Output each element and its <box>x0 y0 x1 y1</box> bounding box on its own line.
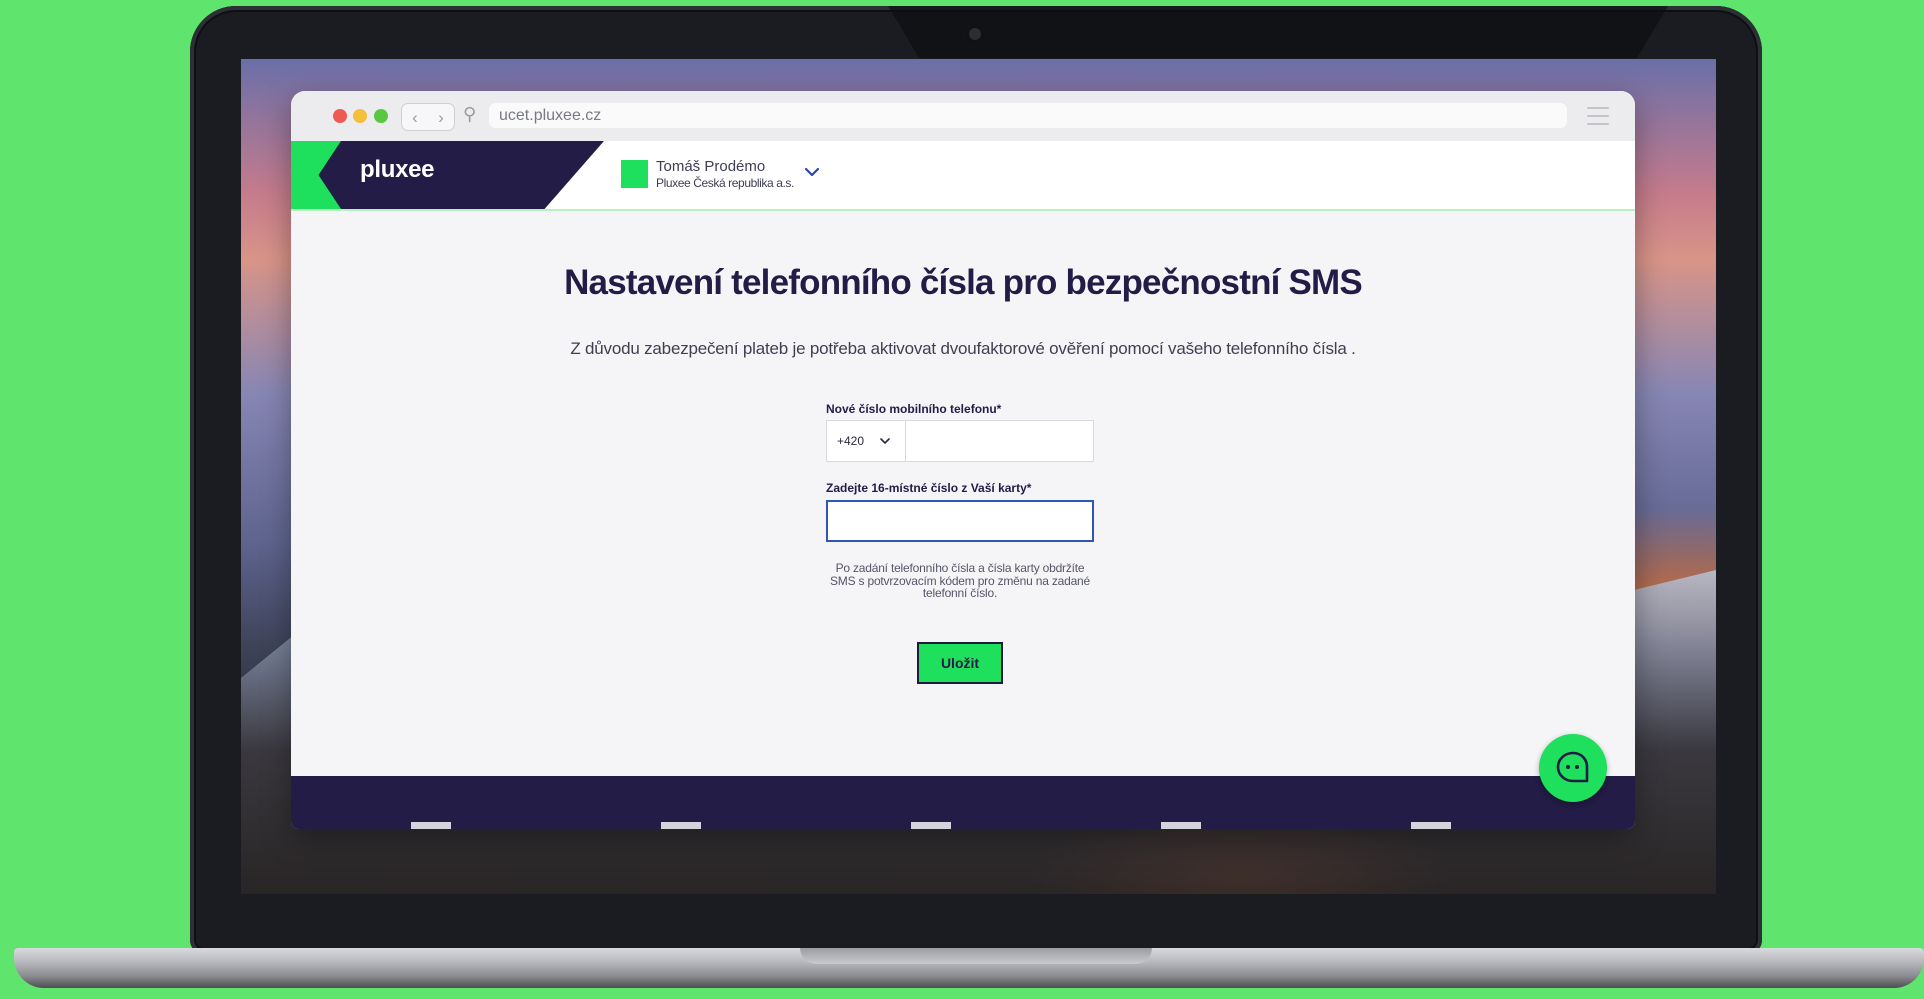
address-bar[interactable]: ucet.pluxee.cz <box>489 103 1567 128</box>
chevron-down-icon <box>880 434 890 448</box>
sms-hint-text: Po zadání telefonního čísla a čísla kart… <box>830 561 1090 600</box>
account-avatar <box>621 160 648 188</box>
site-header: pluxee Tomáš Prodémo Pluxee Česká republ… <box>291 141 1635 211</box>
bezel-notch <box>888 6 1668 58</box>
chat-bubble-icon[interactable] <box>1539 734 1607 802</box>
close-window-button[interactable] <box>333 109 347 123</box>
browser-window: ‹ › ⚲ ucet.pluxee.cz pluxee Tomáš Prodém… <box>291 91 1635 829</box>
browser-toolbar: ‹ › ⚲ ucet.pluxee.cz <box>291 91 1635 142</box>
account-name: Tomáš Prodémo <box>656 157 766 175</box>
minimize-window-button[interactable] <box>353 109 367 123</box>
card-number-label: Zadejte 16-místné číslo z Vaší karty* <box>826 481 1032 495</box>
hamburger-menu-icon[interactable] <box>1587 107 1609 125</box>
account-company: Pluxee Česká republika a.s. <box>656 175 794 190</box>
card-number-input[interactable] <box>826 500 1094 542</box>
pluxee-logo[interactable]: pluxee <box>360 156 435 184</box>
account-switcher[interactable]: Tomáš Prodémo Pluxee Česká republika a.s… <box>621 156 820 192</box>
chevron-down-icon[interactable] <box>804 164 820 182</box>
phone-row: +420 <box>826 420 1094 462</box>
main-content: Nastavení telefonního čísla pro bezpečno… <box>291 211 1635 776</box>
footer-links-cropped <box>411 822 1635 829</box>
camera-icon <box>965 24 985 44</box>
forward-icon[interactable]: › <box>438 109 444 126</box>
country-code-value: +420 <box>837 434 865 448</box>
phone-label: Nové číslo mobilního telefonu* <box>826 402 1002 416</box>
site-footer <box>291 776 1635 829</box>
save-button[interactable]: Uložit <box>917 642 1003 684</box>
back-icon[interactable]: ‹ <box>412 109 418 126</box>
page-title: Nastavení telefonního čísla pro bezpečno… <box>564 263 1363 302</box>
phone-form: Nové číslo mobilního telefonu* +420 Zade… <box>826 401 1094 600</box>
laptop-hinge <box>800 948 1152 964</box>
history-nav: ‹ › <box>401 103 455 131</box>
page-subtitle: Z důvodu zabezpečení plateb je potřeba a… <box>570 339 1356 358</box>
logo-band <box>291 141 604 209</box>
zoom-window-button[interactable] <box>374 109 388 123</box>
phone-number-input[interactable] <box>906 420 1094 462</box>
country-code-select[interactable]: +420 <box>826 420 906 462</box>
search-icon: ⚲ <box>463 104 477 124</box>
